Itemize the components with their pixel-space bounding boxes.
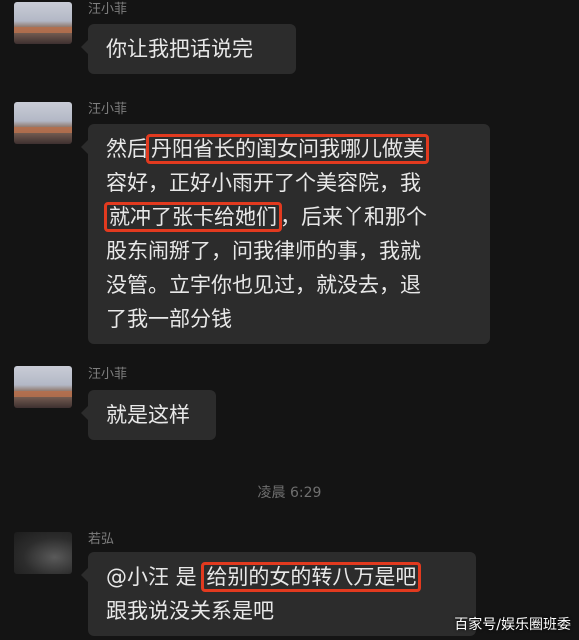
message-text: 没管。立宇你也见过，就没去，退 [106,273,421,297]
sender-avatar[interactable] [14,102,72,144]
message-line: 然后 丹阳省长的闺女问我哪儿做美 [106,132,472,166]
sender-name: 若弘 [88,532,115,547]
sender-avatar[interactable] [14,532,72,574]
message-line: 容好，正好小雨开了个美容院，我 [106,166,472,200]
message-bubble[interactable]: @小汪 是 给别的女的转八万是吧跟我说没关系是吧 [81,552,476,636]
message-text: 跟我说没关系是吧 [106,599,274,623]
message-bubble[interactable]: 就是这样 [81,390,216,440]
highlighted-text: 就冲了张卡给她们 [104,202,282,232]
message-line: 股东闹掰了，问我律师的事，我就 [106,234,472,268]
sender-name: 汪小菲 [88,102,128,117]
sender-name: 汪小菲 [88,2,128,17]
message-bubble[interactable]: 你让我把话说完 [81,24,296,74]
sender-name: 汪小菲 [88,367,128,382]
message-text: 股东闹掰了，问我律师的事，我就 [106,239,421,263]
message-line: 就冲了张卡给她们 ，后来丫和那个 [104,200,472,234]
message-line: 你让我把话说完 [106,32,278,66]
highlighted-text: 丹阳省长的闺女问我哪儿做美 [146,134,429,164]
message-line: 跟我说没关系是吧 [106,594,458,628]
watermark: 百家号/娱乐圈班委 [454,617,571,633]
message-text: @小汪 是 [106,565,204,589]
message-line: 没管。立宇你也见过，就没去，退 [106,268,472,302]
message-text: 就是这样 [106,403,190,427]
message-text: 容好，正好小雨开了个美容院，我 [106,171,421,195]
message-bubble[interactable]: 然后 丹阳省长的闺女问我哪儿做美容好，正好小雨开了个美容院，我就冲了张卡给她们 ，后… [81,124,490,344]
sender-avatar[interactable] [14,2,72,44]
message-text: 你让我把话说完 [106,37,253,61]
highlighted-text: 给别的女的转八万是吧 [201,562,422,592]
chat-timestamp: 凌晨 6:29 [257,485,322,501]
message-line: 就是这样 [106,398,198,432]
message-line: 了我一部分钱 [106,302,472,336]
message-line: @小汪 是 给别的女的转八万是吧 [106,560,458,594]
message-text: 然后 [106,137,148,161]
message-text: 了我一部分钱 [106,307,232,331]
sender-avatar[interactable] [14,366,72,408]
message-text: ，后来丫和那个 [280,205,427,229]
